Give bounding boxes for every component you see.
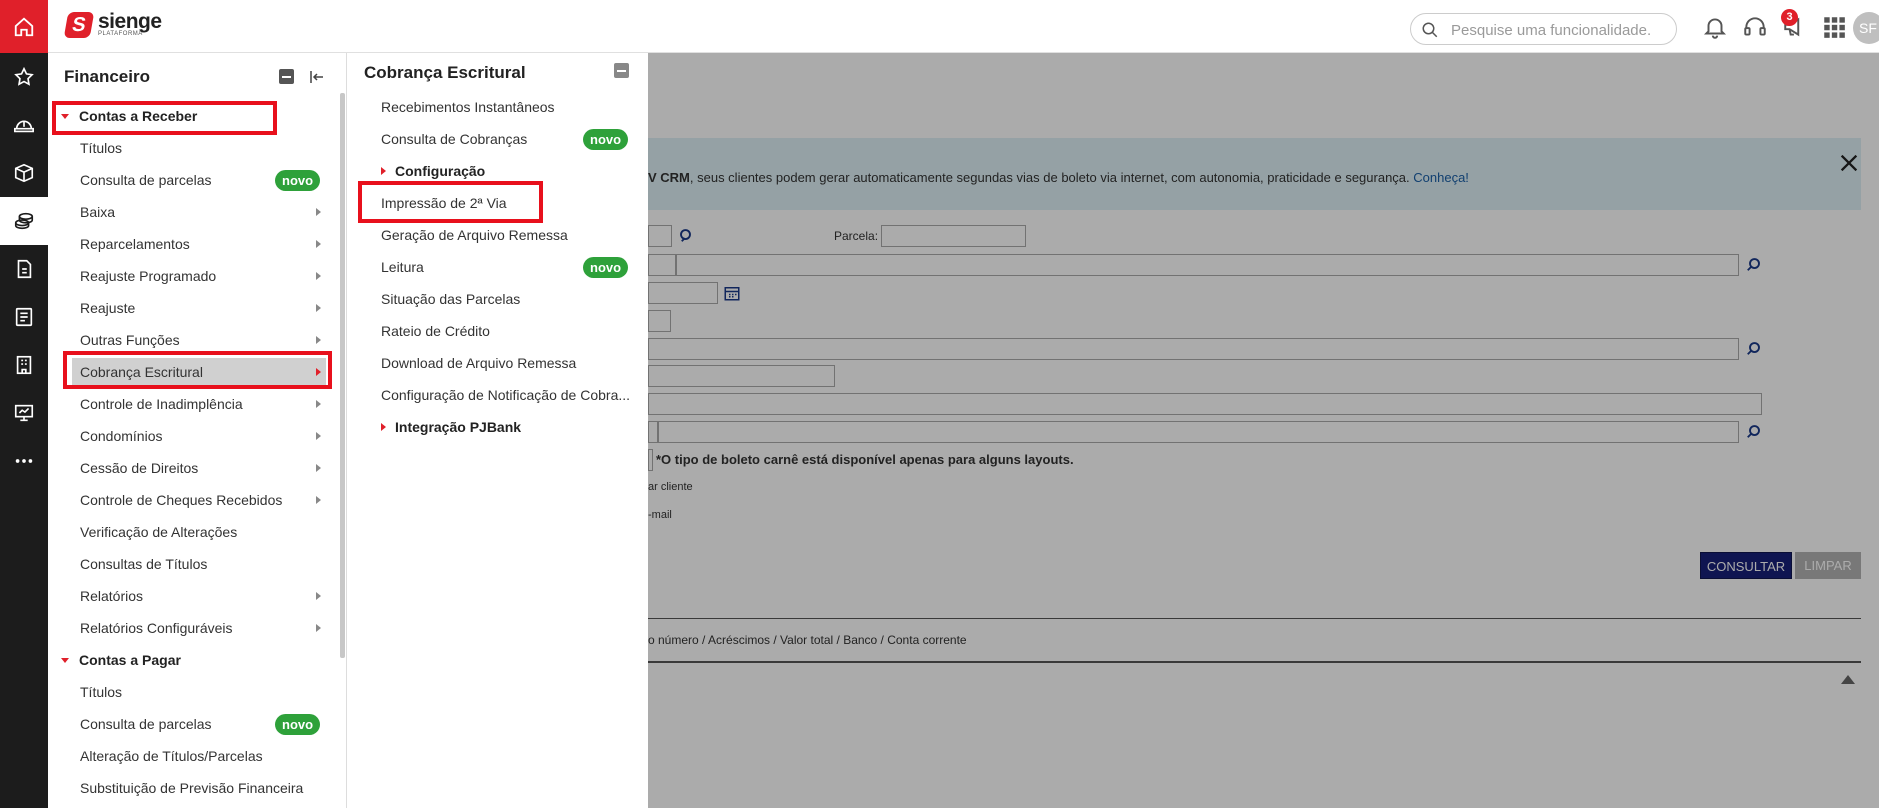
sienge-logo[interactable]: S sienge PLATAFORMA [63, 10, 162, 38]
dashboard-button[interactable] [0, 389, 48, 437]
cobranca-submenu-panel: Cobrança Escritural Recebimentos Instant… [346, 53, 648, 808]
menu-item-consulta-cobrancas[interactable]: Consulta de Cobranças novo [347, 123, 649, 155]
menu-item-cessao-direitos[interactable]: Cessão de Direitos [48, 452, 346, 484]
menu-item-verificacao-alteracoes[interactable]: Verificação de Alterações [48, 516, 346, 548]
menu-item-configuracao-notificacao[interactable]: Configuração de Notificação de Cobra... [347, 379, 649, 411]
menu-item-relatorios-configuraveis[interactable]: Relatórios Configuráveis [48, 612, 346, 644]
menu-item-reparcelamentos[interactable]: Reparcelamentos [48, 228, 346, 260]
engineering-button[interactable] [0, 101, 48, 149]
logo-name: sienge [98, 10, 162, 33]
chevron-right-icon [316, 336, 321, 344]
home-button[interactable] [0, 0, 48, 53]
cobranca-menu: Recebimentos Instantâneos Consulta de Co… [347, 91, 649, 443]
home-icon [14, 17, 34, 37]
highlight-cobranca-escritural [63, 351, 332, 389]
search-box[interactable] [1410, 13, 1677, 45]
caret-right-icon [381, 167, 386, 175]
menu-item-titulos-pagar[interactable]: Títulos [48, 676, 346, 708]
menu-item-situacao-parcelas[interactable]: Situação das Parcelas [347, 283, 649, 315]
menu-section-integracao-pjbank[interactable]: Integração PJBank [347, 411, 649, 443]
app-rail [0, 0, 48, 808]
finance-button[interactable] [0, 197, 48, 245]
novo-badge: novo [583, 257, 629, 278]
menu-item-controle-cheques[interactable]: Controle de Cheques Recebidos [48, 484, 346, 516]
highlight-contas-receber [52, 101, 277, 135]
building-icon [16, 355, 32, 375]
menu-item-geracao-arquivo-remessa[interactable]: Geração de Arquivo Remessa [347, 219, 649, 251]
star-icon [14, 66, 34, 86]
menu-item-consulta-parcelas[interactable]: Consulta de parcelas novo [48, 164, 346, 196]
collapse-left-icon[interactable] [308, 68, 326, 86]
minimize-icon[interactable] [279, 69, 294, 84]
novo-badge: novo [275, 714, 321, 735]
menu-section-contas-pagar[interactable]: Contas a Pagar [48, 644, 346, 676]
menu-item-consulta-parcelas-pagar[interactable]: Consulta de parcelas novo [48, 708, 346, 740]
helmet-icon [14, 120, 34, 133]
headset-icon[interactable] [1742, 14, 1768, 40]
search-icon [1422, 22, 1438, 38]
menu-item-condominios[interactable]: Condomínios [48, 420, 346, 452]
search-input[interactable] [1451, 20, 1666, 40]
enterprise-button[interactable] [0, 341, 48, 389]
menu-item-reajuste-programado[interactable]: Reajuste Programado [48, 260, 346, 292]
menu-item-reajuste[interactable]: Reajuste [48, 292, 346, 324]
menu-item-relatorios[interactable]: Relatórios [48, 580, 346, 612]
menu-item-substituicao-previsao[interactable]: Substituição de Previsão Financeira [48, 772, 346, 804]
menu-item-baixa[interactable]: Baixa [48, 196, 346, 228]
apps-grid-icon[interactable] [1821, 14, 1847, 40]
menu-item-leitura[interactable]: Leitura novo [347, 251, 649, 283]
box-icon [14, 163, 34, 183]
menu-item-download-arquivo-remessa[interactable]: Download de Arquivo Remessa [347, 347, 649, 379]
bell-icon[interactable] [1702, 14, 1728, 40]
novo-badge: novo [275, 170, 321, 191]
chevron-right-icon [316, 400, 321, 408]
scrollbar[interactable] [340, 93, 345, 658]
chevron-right-icon [316, 496, 321, 504]
coins-icon [14, 212, 34, 230]
caret-right-icon [381, 423, 386, 431]
panel-title: Financeiro [64, 67, 150, 86]
finance-menu-panel: Financeiro Contas a Receber Títulos Cons… [48, 53, 346, 808]
top-bar: S sienge PLATAFORMA 3 SF [48, 0, 1879, 53]
logo-mark-icon: S [63, 12, 95, 38]
panel-title: Cobrança Escritural [364, 63, 526, 82]
monitor-icon [14, 404, 34, 422]
chevron-right-icon [316, 272, 321, 280]
chevron-right-icon [316, 464, 321, 472]
chevron-right-icon [316, 592, 321, 600]
menu-item-alteracao-titulos[interactable]: Alteração de Títulos/Parcelas [48, 740, 346, 772]
more-icon [15, 459, 33, 463]
chevron-right-icon [316, 240, 321, 248]
supplies-button[interactable] [0, 149, 48, 197]
more-button[interactable] [0, 437, 48, 485]
menu-item-consultas-titulos[interactable]: Consultas de Títulos [48, 548, 346, 580]
finance-menu: Contas a Receber Títulos Consulta de par… [48, 100, 346, 804]
caret-down-icon [61, 658, 69, 663]
document-icon [17, 259, 32, 279]
list-document-icon [15, 307, 33, 327]
novo-badge: novo [583, 129, 629, 150]
menu-item-recebimentos-instantaneos[interactable]: Recebimentos Instantâneos [347, 91, 649, 123]
menu-item-rateio-credito[interactable]: Rateio de Crédito [347, 315, 649, 347]
chevron-right-icon [316, 304, 321, 312]
modal-overlay[interactable] [648, 53, 1879, 808]
highlight-impressao-2a-via [358, 181, 543, 223]
contracts-button[interactable] [0, 293, 48, 341]
minimize-icon[interactable] [614, 63, 629, 78]
notification-badge: 3 [1781, 9, 1798, 26]
menu-item-titulos[interactable]: Títulos [48, 132, 346, 164]
documents-button[interactable] [0, 245, 48, 293]
chevron-right-icon [316, 624, 321, 632]
favorites-button[interactable] [0, 53, 48, 101]
chevron-right-icon [316, 208, 321, 216]
avatar[interactable]: SF [1853, 12, 1879, 44]
menu-item-controle-inadimplencia[interactable]: Controle de Inadimplência [48, 388, 346, 420]
chevron-right-icon [316, 432, 321, 440]
